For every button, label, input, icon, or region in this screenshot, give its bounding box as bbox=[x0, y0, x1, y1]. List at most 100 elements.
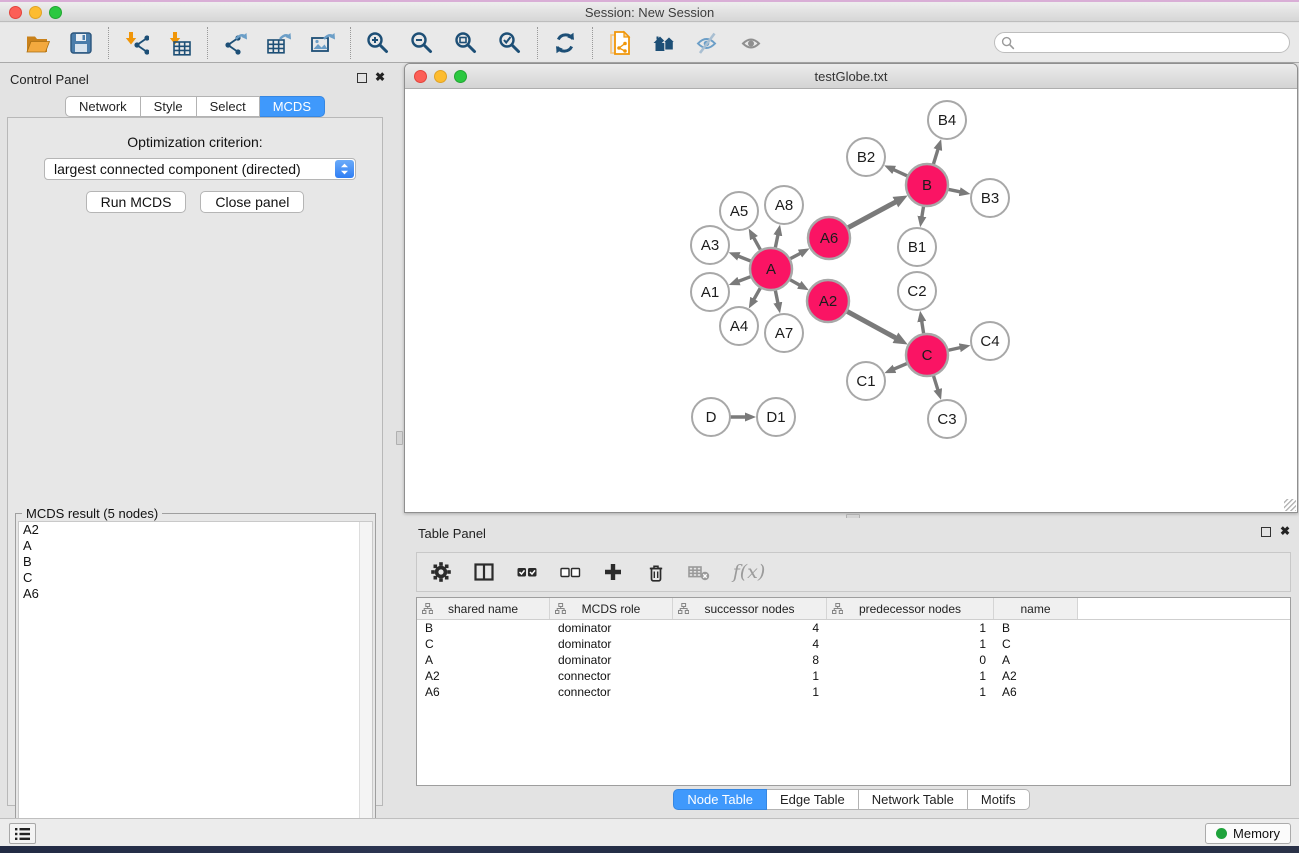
table-cell[interactable]: connector bbox=[550, 684, 673, 700]
network-canvas[interactable]: B4B2BB3A8A5A6A3B1AC2A1A2A4A7C4CC1C3DD1 bbox=[405, 89, 1297, 512]
table-cell[interactable]: 1 bbox=[673, 668, 827, 684]
zoom-fit-button[interactable] bbox=[450, 27, 482, 59]
table-cell[interactable]: 1 bbox=[827, 620, 994, 636]
table-cell[interactable]: C bbox=[417, 636, 550, 652]
table-cell[interactable]: dominator bbox=[550, 652, 673, 668]
node-B4[interactable]: B4 bbox=[928, 101, 966, 139]
table-cell[interactable]: 0 bbox=[827, 652, 994, 668]
table-cell[interactable]: A6 bbox=[994, 684, 1078, 700]
open-folder-button[interactable] bbox=[21, 27, 53, 59]
table-row[interactable]: Cdominator41C bbox=[417, 636, 1290, 652]
close-panel-icon[interactable]: ✖ bbox=[375, 70, 385, 84]
tab-network[interactable]: Network bbox=[65, 96, 141, 117]
node-B2[interactable]: B2 bbox=[847, 138, 885, 176]
table-cell[interactable]: C bbox=[994, 636, 1078, 652]
window-resize-grip[interactable] bbox=[1284, 499, 1296, 511]
edge-A2-C[interactable] bbox=[845, 310, 897, 338]
column-header-name[interactable]: name bbox=[994, 598, 1078, 619]
table-row[interactable]: Adominator80A bbox=[417, 652, 1290, 668]
table-cell[interactable]: A bbox=[994, 652, 1078, 668]
table-cell[interactable]: 1 bbox=[827, 636, 994, 652]
result-item-A[interactable]: A bbox=[19, 538, 372, 554]
table-row[interactable]: Bdominator41B bbox=[417, 620, 1290, 636]
export-network-button[interactable] bbox=[219, 27, 251, 59]
hide-eye-button[interactable] bbox=[692, 27, 724, 59]
node-C2[interactable]: C2 bbox=[898, 272, 936, 310]
table-cell[interactable]: B bbox=[417, 620, 550, 636]
node-B1[interactable]: B1 bbox=[898, 228, 936, 266]
node-A[interactable]: A bbox=[750, 248, 792, 290]
table-cell[interactable]: 1 bbox=[673, 684, 827, 700]
save-floppy-button[interactable] bbox=[65, 27, 97, 59]
table-cell[interactable]: 1 bbox=[827, 684, 994, 700]
zoom-selected-button[interactable] bbox=[494, 27, 526, 59]
split-divider-handle-left[interactable] bbox=[396, 431, 403, 445]
node-C4[interactable]: C4 bbox=[971, 322, 1009, 360]
run-mcds-button[interactable]: Run MCDS bbox=[86, 191, 187, 213]
table-cell[interactable]: 4 bbox=[673, 620, 827, 636]
export-table-button[interactable] bbox=[263, 27, 295, 59]
criterion-dropdown[interactable]: largest connected component (directed) bbox=[44, 158, 356, 180]
node-A3[interactable]: A3 bbox=[691, 226, 729, 264]
table-cell[interactable]: dominator bbox=[550, 636, 673, 652]
node-A4[interactable]: A4 bbox=[720, 307, 758, 345]
float-panel-icon[interactable] bbox=[357, 73, 367, 83]
table-cell[interactable]: A bbox=[417, 652, 550, 668]
result-item-B[interactable]: B bbox=[19, 554, 372, 570]
node-D1[interactable]: D1 bbox=[757, 398, 795, 436]
column-header-MCDS-role[interactable]: MCDS role bbox=[550, 598, 673, 619]
result-item-C[interactable]: C bbox=[19, 570, 372, 586]
memory-status-button[interactable]: Memory bbox=[1205, 823, 1291, 844]
table-row[interactable]: A6connector11A6 bbox=[417, 684, 1290, 700]
table-cell[interactable]: dominator bbox=[550, 620, 673, 636]
column-header-predecessor-nodes[interactable]: predecessor nodes bbox=[827, 598, 994, 619]
node-C3[interactable]: C3 bbox=[928, 400, 966, 438]
table-close-panel-icon[interactable]: ✖ bbox=[1280, 524, 1290, 538]
edge-A6-B[interactable] bbox=[846, 202, 897, 229]
zoom-out-button[interactable] bbox=[406, 27, 438, 59]
import-network-button[interactable] bbox=[120, 27, 152, 59]
table-cell[interactable]: A6 bbox=[417, 684, 550, 700]
node-A1[interactable]: A1 bbox=[691, 273, 729, 311]
node-A8[interactable]: A8 bbox=[765, 186, 803, 224]
settings-gear-button[interactable] bbox=[427, 558, 455, 586]
tab-mcds[interactable]: MCDS bbox=[260, 96, 325, 117]
result-item-A2[interactable]: A2 bbox=[19, 522, 372, 538]
column-header-successor-nodes[interactable]: successor nodes bbox=[673, 598, 827, 619]
node-C1[interactable]: C1 bbox=[847, 362, 885, 400]
column-layout-button[interactable] bbox=[470, 558, 498, 586]
node-B3[interactable]: B3 bbox=[971, 179, 1009, 217]
task-history-button[interactable] bbox=[9, 823, 36, 844]
table-cell[interactable]: 1 bbox=[827, 668, 994, 684]
houses-button[interactable] bbox=[648, 27, 680, 59]
node-C[interactable]: C bbox=[906, 334, 948, 376]
import-table-button[interactable] bbox=[164, 27, 196, 59]
table-cell[interactable]: connector bbox=[550, 668, 673, 684]
table-float-panel-icon[interactable] bbox=[1261, 527, 1271, 537]
node-A2[interactable]: A2 bbox=[807, 280, 849, 322]
refresh-button[interactable] bbox=[549, 27, 581, 59]
node-B[interactable]: B bbox=[906, 164, 948, 206]
result-item-A6[interactable]: A6 bbox=[19, 586, 372, 602]
search-input[interactable] bbox=[994, 32, 1290, 53]
table-cell[interactable]: A2 bbox=[417, 668, 550, 684]
tab-edge-table[interactable]: Edge Table bbox=[767, 789, 859, 810]
close-panel-button[interactable]: Close panel bbox=[200, 191, 304, 213]
tab-motifs[interactable]: Motifs bbox=[968, 789, 1030, 810]
result-list-scrollbar[interactable] bbox=[359, 522, 372, 849]
table-cell[interactable]: A2 bbox=[994, 668, 1078, 684]
node-D[interactable]: D bbox=[692, 398, 730, 436]
delete-column-button[interactable] bbox=[642, 558, 670, 586]
table-cell[interactable]: B bbox=[994, 620, 1078, 636]
tab-select[interactable]: Select bbox=[197, 96, 260, 117]
network-file-button[interactable] bbox=[604, 27, 636, 59]
tab-node-table[interactable]: Node Table bbox=[673, 789, 767, 810]
zoom-in-button[interactable] bbox=[362, 27, 394, 59]
table-row[interactable]: A2connector11A2 bbox=[417, 668, 1290, 684]
add-column-button[interactable] bbox=[599, 558, 627, 586]
table-cell[interactable]: 4 bbox=[673, 636, 827, 652]
node-A5[interactable]: A5 bbox=[720, 192, 758, 230]
node-A6[interactable]: A6 bbox=[808, 217, 850, 259]
tab-network-table[interactable]: Network Table bbox=[859, 789, 968, 810]
table-cell[interactable]: 8 bbox=[673, 652, 827, 668]
